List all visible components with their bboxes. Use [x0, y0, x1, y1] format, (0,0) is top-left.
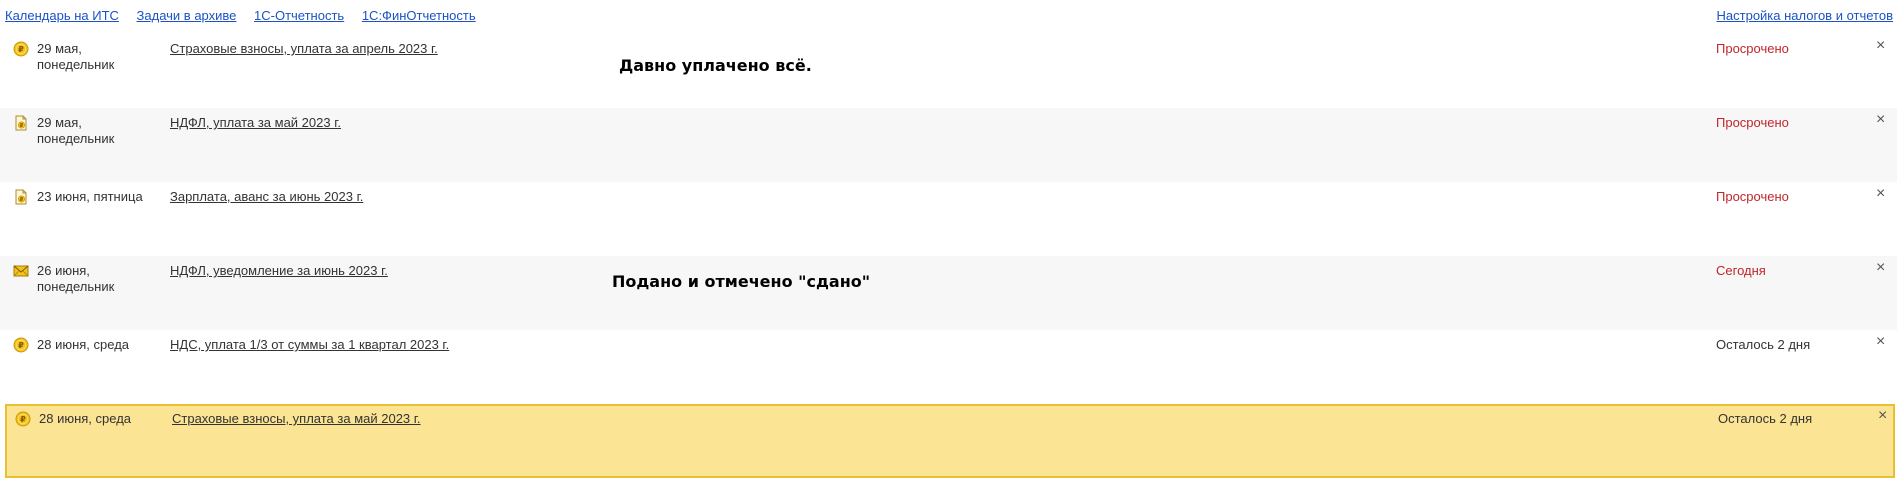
task-status: Осталось 2 дня [1718, 411, 1813, 426]
task-row[interactable]: 26 июня, понедельник НДФЛ, уведомление з… [0, 256, 1897, 330]
task-title-link[interactable]: Страховые взносы, уплата за май 2023 г. [172, 411, 421, 426]
task-title-link[interactable]: Страховые взносы, уплата за апрель 2023 … [170, 41, 438, 56]
payment-document-icon [13, 189, 29, 205]
tax-settings-link[interactable]: Настройка налогов и отчетов [1717, 8, 1893, 23]
top-nav-links: Календарь на ИТС Задачи в архиве 1С-Отче… [5, 8, 490, 23]
task-title-link[interactable]: Зарплата, аванс за июнь 2023 г. [170, 189, 363, 204]
coin-icon [13, 337, 29, 353]
1c-fin-reporting-link[interactable]: 1С:ФинОтчетность [362, 8, 476, 23]
payment-document-icon [13, 115, 29, 131]
close-icon[interactable]: × [1876, 112, 1885, 128]
task-list: 29 мая, понедельник Страховые взносы, уп… [0, 34, 1897, 478]
close-icon[interactable]: × [1876, 186, 1885, 202]
task-date: 23 июня, пятница [37, 189, 143, 204]
annotation-submitted-marked: Подано и отмечено "сдано" [612, 272, 871, 291]
close-icon[interactable]: × [1876, 260, 1885, 276]
annotation-paid-long-ago: Давно уплачено всё. [619, 56, 812, 75]
task-date: 29 мая, понедельник [37, 41, 115, 72]
task-status: Осталось 2 дня [1716, 337, 1811, 352]
task-status: Просрочено [1716, 41, 1789, 56]
coin-icon [13, 41, 29, 57]
close-icon[interactable]: × [1876, 38, 1885, 54]
task-row[interactable]: 29 мая, понедельник НДФЛ, уплата за май … [0, 108, 1897, 182]
close-icon[interactable]: × [1878, 408, 1887, 424]
task-row[interactable]: 23 июня, пятница Зарплата, аванс за июнь… [0, 182, 1897, 256]
task-row[interactable]: 28 июня, среда НДС, уплата 1/3 от суммы … [0, 330, 1897, 404]
task-title-link[interactable]: НДС, уплата 1/3 от суммы за 1 квартал 20… [170, 337, 449, 352]
task-row[interactable]: 29 мая, понедельник Страховые взносы, уп… [0, 34, 1897, 108]
task-status: Просрочено [1716, 115, 1789, 130]
task-date: 29 мая, понедельник [37, 115, 115, 146]
task-status: Сегодня [1716, 263, 1766, 278]
envelope-icon [13, 263, 29, 279]
task-date: 28 июня, среда [39, 411, 132, 426]
task-title-link[interactable]: НДФЛ, уплата за май 2023 г. [170, 115, 341, 130]
task-status: Просрочено [1716, 189, 1789, 204]
top-nav: Календарь на ИТС Задачи в архиве 1С-Отче… [0, 0, 1897, 30]
archived-tasks-link[interactable]: Задачи в архиве [137, 8, 237, 23]
1c-reporting-link[interactable]: 1С-Отчетность [254, 8, 344, 23]
close-icon[interactable]: × [1876, 334, 1885, 350]
task-title-link[interactable]: НДФЛ, уведомление за июнь 2023 г. [170, 263, 388, 278]
its-calendar-link[interactable]: Календарь на ИТС [5, 8, 119, 23]
task-date: 26 июня, понедельник [37, 263, 115, 294]
task-date: 28 июня, среда [37, 337, 130, 352]
coin-icon [15, 411, 31, 427]
task-row-selected[interactable]: 28 июня, среда Страховые взносы, уплата … [5, 404, 1895, 478]
